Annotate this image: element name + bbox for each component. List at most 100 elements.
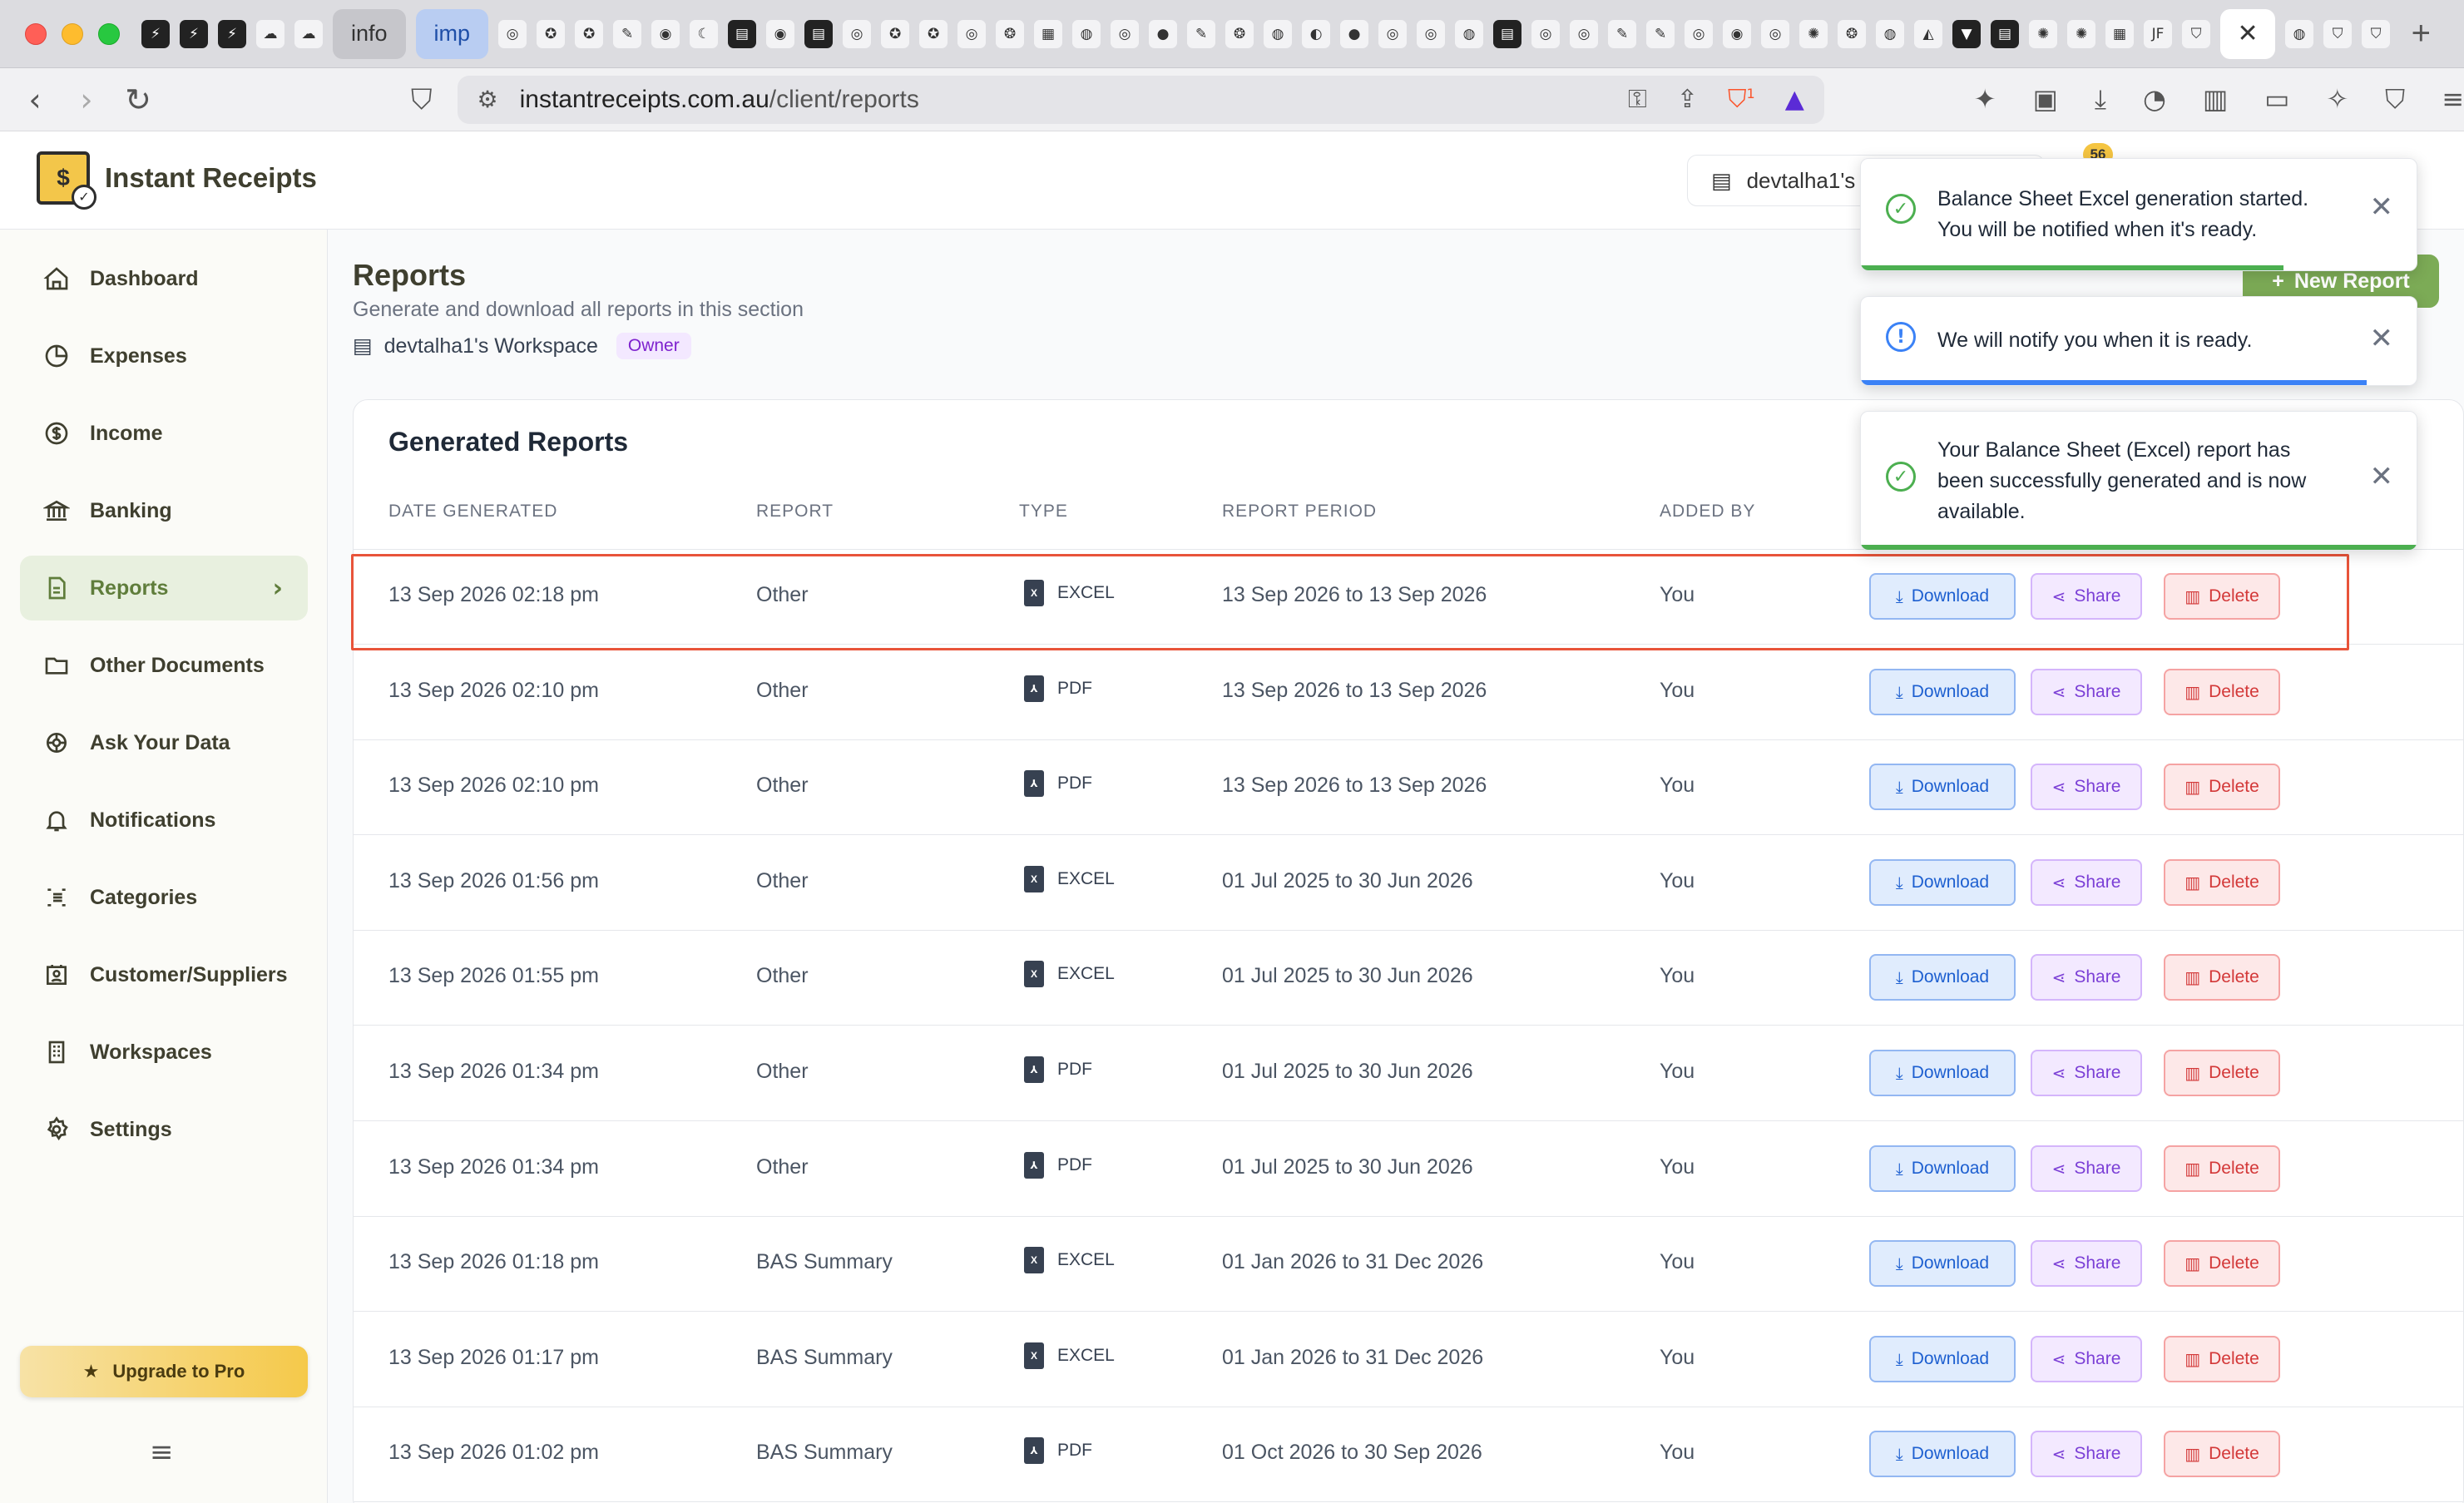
sidebar-item-income[interactable]: Income [20, 401, 308, 466]
tab-favicon-icon[interactable]: ◉ [651, 19, 680, 48]
share-button[interactable]: ⋖ Share [2031, 1431, 2142, 1478]
tab-favicon-icon[interactable]: ▼ [1952, 19, 1982, 48]
tab-favicon-icon[interactable]: ✺ [1799, 19, 1828, 48]
bookmark-icon[interactable]: ⛉ [411, 83, 433, 116]
back-icon[interactable]: ‹ [12, 82, 58, 118]
tab-favicon-icon[interactable]: ◭ [1914, 19, 1943, 48]
tab-favicon-icon[interactable]: ✎ [1187, 19, 1216, 48]
reader-icon[interactable]: ▣ [2033, 83, 2058, 116]
tab-favicon-icon[interactable]: ▦ [2105, 19, 2135, 48]
close-icon[interactable]: ✕ [2370, 460, 2394, 493]
tab-favicon-icon[interactable]: ◉ [766, 19, 795, 48]
share-button[interactable]: ⋖ Share [2031, 1240, 2142, 1288]
extensions-icon[interactable]: ✦ [1974, 83, 1996, 116]
sidebar-item-categories[interactable]: Categories [20, 865, 308, 930]
download-button[interactable]: ⤓ Download [1869, 1145, 2016, 1192]
tab-favicon-icon[interactable]: ❂ [996, 19, 1025, 48]
tab-favicon-icon[interactable]: ◎ [1531, 19, 1561, 48]
tab-favicon-icon[interactable]: ◍ [1072, 19, 1101, 48]
brave-shield-icon[interactable]: ⛉1 [1728, 85, 1755, 114]
tab-favicon-icon[interactable]: ◎ [1685, 19, 1714, 48]
delete-button[interactable]: ▥ Delete [2164, 1335, 2280, 1382]
menu-icon[interactable]: ≡ [2442, 83, 2464, 116]
new-tab-plus-icon[interactable]: + [2412, 15, 2431, 52]
sidebar-item-workspaces[interactable]: Workspaces [20, 1020, 308, 1085]
sidebar-item-banking[interactable]: Banking [20, 478, 308, 543]
vpn-icon[interactable]: ⛉ [2385, 83, 2405, 116]
sidebar-item-settings[interactable]: Settings [20, 1097, 308, 1162]
tab-favicon-icon[interactable]: ⛉ [2182, 19, 2211, 48]
tab-favicon-icon[interactable]: ◎ [1378, 19, 1408, 48]
share-button[interactable]: ⋖ Share [2031, 954, 2142, 1001]
github-icon[interactable]: ● [1149, 19, 1178, 48]
tab-favicon-icon[interactable]: ▤ [728, 19, 757, 48]
wallet-icon[interactable]: ▭ [2264, 83, 2289, 116]
tab-favicon-icon[interactable]: ☁ [256, 19, 284, 48]
download-button[interactable]: ⤓ Download [1869, 1335, 2016, 1382]
share-button[interactable]: ⋖ Share [2031, 1335, 2142, 1382]
tab-favicon-icon[interactable]: ▤ [804, 19, 834, 48]
delete-button[interactable]: ▥ Delete [2164, 1050, 2280, 1096]
tab-favicon-icon[interactable]: ☁ [294, 19, 323, 48]
collapse-sidebar-icon[interactable]: ≡ [150, 1436, 174, 1469]
tab-favicon-icon[interactable]: ✪ [537, 19, 566, 48]
close-icon[interactable]: ✕ [2370, 190, 2394, 224]
sidebar-item-notifications[interactable]: Notifications [20, 788, 308, 853]
share-button[interactable]: ⋖ Share [2031, 858, 2142, 906]
share-page-icon[interactable]: ⇪ [1677, 85, 1698, 114]
delete-button[interactable]: ▥ Delete [2164, 764, 2280, 811]
tab-info[interactable]: info [333, 8, 406, 59]
tab-favicon-icon[interactable]: ✎ [1608, 19, 1637, 48]
tab-favicon-icon[interactable]: ◐ [1302, 19, 1331, 48]
tab-favicon-icon[interactable]: ⚡ [180, 19, 208, 48]
download-button[interactable]: ⤓ Download [1869, 858, 2016, 906]
download-button[interactable]: ⤓ Download [1869, 954, 2016, 1001]
sidebar-item-customer-suppliers[interactable]: Customer/Suppliers [20, 942, 308, 1007]
tab-favicon-icon[interactable]: ✪ [919, 19, 948, 48]
brave-icon[interactable]: ⛉ [2323, 19, 2353, 48]
tab-favicon-icon[interactable]: ⚡ [218, 19, 246, 48]
speed-icon[interactable]: ◔ [2143, 83, 2166, 116]
downloads-icon[interactable]: ⤓ [2095, 83, 2106, 116]
tab-favicon-icon[interactable]: ◍ [1455, 19, 1484, 48]
delete-button[interactable]: ▥ Delete [2164, 573, 2280, 620]
share-button[interactable]: ⋖ Share [2031, 1145, 2142, 1192]
leo-ai-icon[interactable]: ✧ [2326, 83, 2348, 116]
globe-icon[interactable]: ◍ [2285, 19, 2314, 48]
tab-favicon-icon[interactable]: ● [1340, 19, 1369, 48]
share-button[interactable]: ⋖ Share [2031, 764, 2142, 811]
download-button[interactable]: ⤓ Download [1869, 1431, 2016, 1478]
tab-favicon-icon[interactable]: ▤ [1493, 19, 1522, 48]
tab-favicon-icon[interactable]: ✎ [613, 19, 642, 48]
sidebar-item-expenses[interactable]: Expenses [20, 324, 308, 388]
site-settings-icon[interactable]: ⚙ [477, 86, 498, 113]
reload-icon[interactable]: ↻ [115, 82, 161, 118]
tab-favicon-icon[interactable]: ⚡ [141, 19, 170, 48]
tab-favicon-icon[interactable]: ✪ [575, 19, 604, 48]
tab-favicon-icon[interactable]: ◍ [1264, 19, 1293, 48]
app-logo[interactable]: $ ✓ Instant Receipts [37, 151, 317, 210]
maximize-window-button[interactable] [98, 22, 120, 45]
url-text[interactable]: instantreceipts.com.au/client/reports [520, 86, 1628, 114]
sidebar-item-dashboard[interactable]: Dashboard [20, 246, 308, 311]
download-button[interactable]: ⤓ Download [1869, 764, 2016, 811]
sidebar-item-ask-your-data[interactable]: Ask Your Data [20, 710, 308, 775]
forward-icon[interactable]: › [63, 82, 110, 118]
download-button[interactable]: ⤓ Download [1869, 1050, 2016, 1096]
close-icon[interactable]: ✕ [2370, 322, 2394, 355]
tab-favicon-icon[interactable]: ◉ [1723, 19, 1752, 48]
key-icon[interactable]: ⚿ [1628, 85, 1647, 114]
delete-button[interactable]: ▥ Delete [2164, 1431, 2280, 1478]
download-button[interactable]: ⤓ Download [1869, 668, 2016, 715]
tab-favicon-icon[interactable]: ◍ [1876, 19, 1905, 48]
upgrade-to-pro-button[interactable]: ★ Upgrade to Pro [20, 1346, 308, 1397]
tab-favicon-icon[interactable]: ✪ [881, 19, 910, 48]
tab-favicon-icon[interactable]: ▤ [1991, 19, 2020, 48]
tab-imp[interactable]: imp [415, 8, 489, 59]
sidebar-item-other-documents[interactable]: Other Documents [20, 633, 308, 698]
delete-button[interactable]: ▥ Delete [2164, 1240, 2280, 1288]
tab-favicon-icon[interactable]: ☾ [690, 19, 719, 48]
tab-favicon-icon[interactable]: ◎ [1761, 19, 1790, 48]
tab-favicon-icon[interactable]: ◎ [1570, 19, 1599, 48]
share-button[interactable]: ⋖ Share [2031, 668, 2142, 715]
